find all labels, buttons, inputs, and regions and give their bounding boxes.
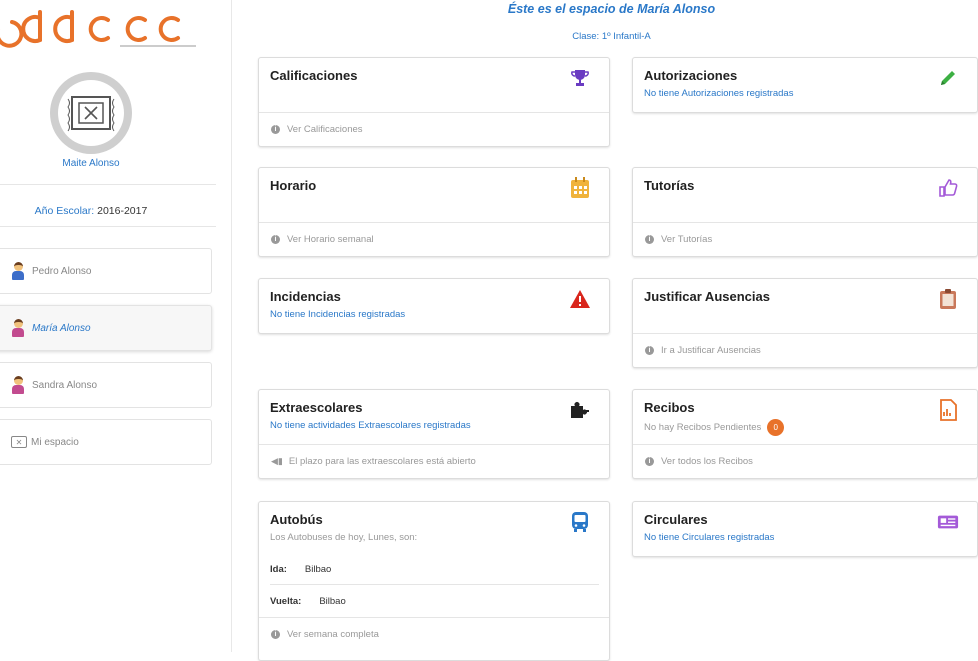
info-icon: i [645,235,654,244]
info-icon: i [271,630,280,639]
bus-ida-value: Bilbao [304,564,332,575]
bus-vuelta-label: Vuelta: [270,596,302,607]
child-name: Pedro Alonso [32,265,92,277]
puzzle-icon [569,399,591,421]
card-subtitle: Los Autobuses de hoy, Lunes, son: [270,532,418,543]
card-title: Extraescolares [270,400,363,415]
card-extraescolares: Extraescolares No tiene actividades Extr… [258,389,610,479]
footer-label: Ver semana completa [287,629,379,640]
card-footer-link[interactable]: i Ver Horario semanal [259,222,609,256]
card-title: Recibos [644,400,695,415]
thumbs-up-icon [937,177,959,199]
my-space-label: Mi espacio [31,436,79,448]
bus-ida-label: Ida: [270,564,287,575]
divider [0,184,216,185]
footer-label: El plazo para las extraescolares está ab… [288,456,476,467]
card-subtitle: No tiene Autorizaciones registradas [644,88,794,99]
footer-label: Ver Tutorías [661,234,713,245]
main-content: Éste es el espacio de María Alonso Clase… [245,0,978,661]
card-footer-link[interactable]: i Ver semana completa [259,617,609,651]
footer-label: Ver Horario semanal [287,234,374,245]
card-subtitle: No tiene Incidencias registradas [270,309,406,320]
receipt-icon [937,399,959,421]
info-icon: i [271,125,280,134]
divider [0,226,216,227]
clipboard-icon [937,288,959,310]
count-badge: 0 [767,419,785,436]
warning-icon [569,288,591,310]
newspaper-icon [937,511,959,533]
card-title: Justificar Ausencias [644,289,770,304]
my-space-item[interactable]: ✕ Mi espacio [0,419,212,465]
card-justificar-ausencias: Justificar Ausencias i Ir a Justificar Au… [632,278,978,368]
footer-label: Ver Calificaciones [287,124,363,135]
child-name: Sandra Alonso [32,379,98,391]
app-logo[interactable] [0,8,200,50]
card-footer-link[interactable]: i Ver Calificaciones [259,112,609,146]
card-subtitle: No tiene Circulares registradas [644,532,775,543]
card-subtitle: No tiene actividades Extraescolares regi… [270,420,471,431]
card-title: Autobús [270,512,323,527]
card-footer-link[interactable]: i Ver todos los Recibos [633,444,977,478]
card-recibos: Recibos No hay Recibos Pendientes 0 i Ver … [632,389,978,479]
info-icon: i [645,346,654,355]
megaphone-icon: ◀▮ [271,456,283,466]
child-avatar-icon [11,376,25,394]
card-footer-link[interactable]: i Ver Tutorías [633,222,977,256]
divider [270,584,599,585]
card-title: Horario [270,178,317,193]
child-item-pedro[interactable]: Pedro Alonso [0,248,212,294]
avatar[interactable] [50,72,132,154]
child-item-sandra[interactable]: Sandra Alonso [0,362,212,408]
card-footer-link[interactable]: ◀▮ El plazo para las extraescolares está … [259,444,609,478]
bus-vuelta-value: Bilbao [319,596,346,607]
card-autobus: Autobús Los Autobuses de hoy, Lunes, son… [258,501,610,661]
image-placeholder-icon: ✕ [11,436,27,448]
card-tutorias: Tutorías i Ver Tutorías [632,167,978,257]
info-icon: i [645,457,654,466]
card-subtitle: No hay Recibos Pendientes 0 [644,419,785,436]
bus-vuelta-row: Vuelta: Bilbao [270,596,346,607]
footer-label: Ir a Justificar Ausencias [661,345,761,356]
child-avatar-icon [11,319,25,337]
school-year-label: Año Escolar: [34,205,95,217]
school-year-value: 2016-2017 [97,205,148,217]
card-title: Calificaciones [270,68,358,83]
card-title: Incidencias [270,289,341,304]
card-title: Circulares [644,512,708,527]
page-title: Éste es el espacio de María Alonso [507,2,716,16]
class-label: Clase: 1º Infantil-A [572,31,651,42]
card-circulares: Circulares No tiene Circulares registrad… [632,501,978,557]
child-name: María Alonso [32,322,91,334]
child-avatar-icon [11,262,25,280]
card-autorizaciones: Autorizaciones No tiene Autorizaciones r… [632,57,978,113]
card-title: Autorizaciones [644,68,738,83]
subtitle-text: No hay Recibos Pendientes [644,422,762,434]
school-year: Año Escolar: 2016-2017 [0,205,182,217]
card-calificaciones: Calificaciones i Ver Calificaciones [258,57,610,147]
sidebar: Maite Alonso Año Escolar: 2016-2017 Pedr… [0,0,232,652]
bus-icon [569,511,591,533]
card-incidencias: Incidencias No tiene Incidencias registr… [258,278,610,334]
card-horario: Horario i Ver Horario semanal [258,167,610,257]
bus-ida-row: Ida: Bilbao [270,564,331,575]
footer-label: Ver todos los Recibos [661,456,753,467]
card-footer-link[interactable]: i Ir a Justificar Ausencias [633,333,977,367]
image-placeholder-icon [67,96,115,132]
calendar-icon [569,177,591,199]
trophy-icon [569,67,591,89]
child-item-maria[interactable]: María Alonso [0,305,212,351]
info-icon: i [271,235,280,244]
card-title: Tutorías [644,178,695,193]
pencil-icon [937,67,959,89]
user-name[interactable]: Maite Alonso [0,158,182,169]
